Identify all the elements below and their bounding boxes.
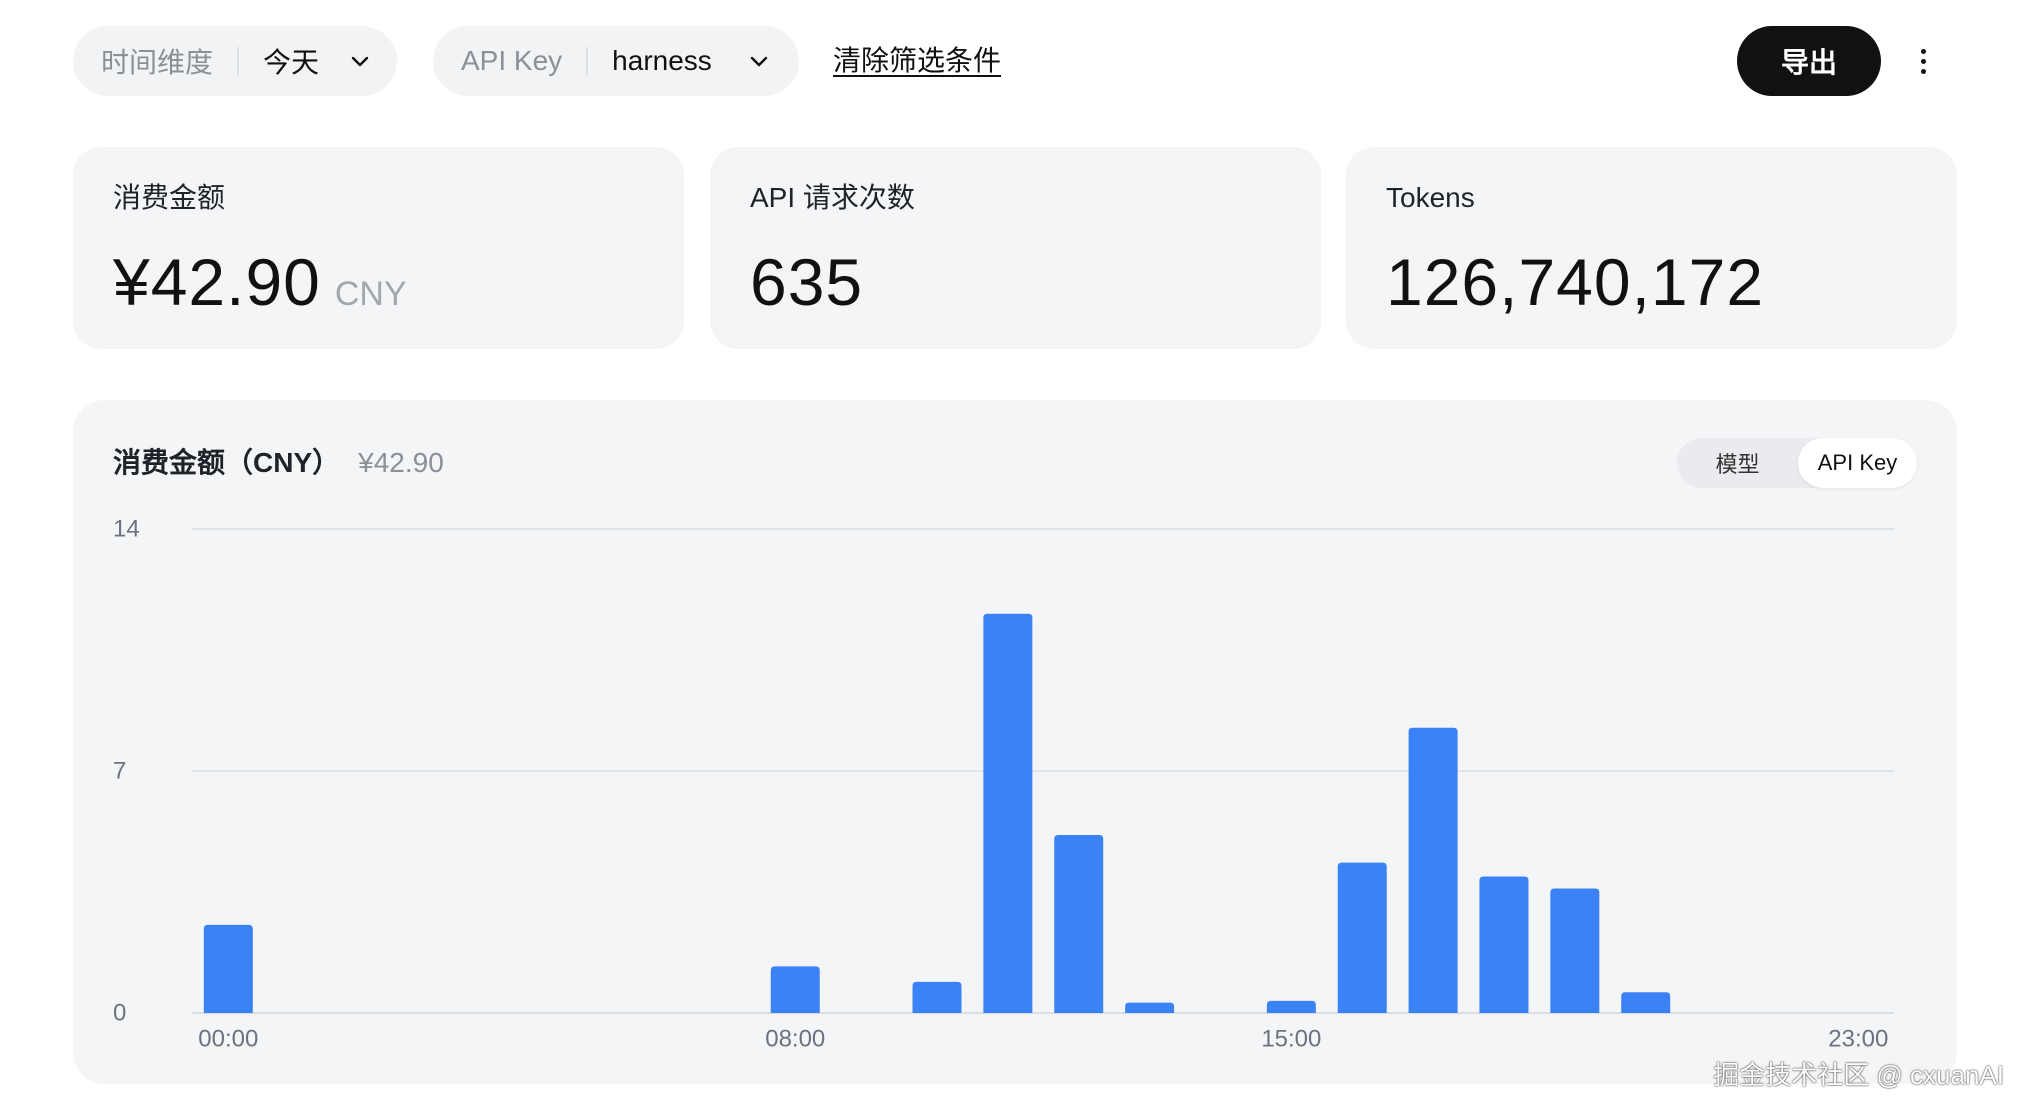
filter-divider <box>237 47 240 75</box>
spend-chart-panel: 0 7 14 00:00 08:00 15:00 23:00 消费金额（CNY） ¥42.9… <box>73 400 1957 1084</box>
x-tick-label: 08:00 <box>765 1026 825 1053</box>
bar-hour-18 <box>1479 876 1529 1013</box>
y-tick-label: 14 <box>113 516 140 543</box>
bar-hour-17 <box>1408 727 1458 1013</box>
dot <box>1920 58 1926 64</box>
chevron-down-icon <box>351 56 369 67</box>
group-by-toggle: 模型 API Key <box>1677 438 1917 488</box>
spend-amount: ¥42.90 <box>113 245 321 319</box>
time-dimension-value: 今天 <box>263 47 320 78</box>
filter-divider <box>586 47 589 75</box>
toggle-option-model[interactable]: 模型 <box>1677 438 1798 488</box>
bar-hour-20 <box>1621 992 1671 1013</box>
chart-header: 消费金额（CNY） ¥42.90 <box>113 445 444 481</box>
chevron-down-icon <box>750 56 767 67</box>
dot <box>1920 68 1926 74</box>
clear-filters-link[interactable]: 清除筛选条件 <box>833 42 1001 80</box>
bar-hour-12 <box>1054 834 1104 1013</box>
bar-hour-13 <box>1125 1002 1175 1013</box>
more-vertical-icon[interactable] <box>1908 40 1938 82</box>
stat-value: ¥42.90 CNY <box>113 249 407 327</box>
toggle-option-api-key[interactable]: API Key <box>1798 438 1917 488</box>
stat-value: 635 <box>750 245 864 319</box>
bar-hour-15 <box>1266 1000 1316 1013</box>
export-button[interactable]: 导出 <box>1737 26 1881 96</box>
bar-hour-16 <box>1337 862 1387 1013</box>
watermark: 掘金技术社区 @ cxuanAI <box>1713 1060 2004 1090</box>
stat-card-requests: API 请求次数 635 <box>710 147 1321 349</box>
api-key-filter-value: harness <box>612 45 712 76</box>
stat-label: 消费金额 <box>113 182 226 213</box>
dot <box>1920 48 1926 54</box>
bar-hour-0 <box>203 924 253 1013</box>
bar-hour-19 <box>1550 888 1600 1013</box>
bar-hour-11 <box>983 613 1033 1013</box>
time-dimension-filter[interactable]: 时间维度 今天 <box>73 26 397 96</box>
bar-hour-10 <box>912 981 962 1013</box>
stat-label: Tokens <box>1386 182 1475 213</box>
chart-title: 消费金额（CNY） <box>113 447 341 478</box>
x-tick-label: 15:00 <box>1261 1026 1321 1053</box>
x-tick-label: 00:00 <box>198 1026 258 1053</box>
spend-bar-chart: 0 7 14 00:00 08:00 15:00 23:00 <box>113 516 1894 1053</box>
api-key-filter-label: API Key <box>461 45 563 76</box>
api-key-filter[interactable]: API Key harness <box>433 26 799 96</box>
time-dimension-label: 时间维度 <box>101 47 214 78</box>
stat-value: 126,740,172 <box>1386 245 1765 319</box>
stat-card-spend: 消费金额 ¥42.90 CNY <box>73 147 684 349</box>
x-tick-label: 23:00 <box>1828 1026 1888 1053</box>
y-tick-label: 0 <box>113 1000 126 1027</box>
stat-label: API 请求次数 <box>750 182 915 213</box>
y-tick-label: 7 <box>113 758 126 785</box>
currency-unit: CNY <box>334 275 407 313</box>
bar-hour-8 <box>770 966 820 1013</box>
usage-dashboard: 时间维度 今天 API Key harness 清除筛选条件 导出 消费金额 ¥… <box>0 0 2018 1110</box>
stat-card-tokens: Tokens 126,740,172 <box>1346 147 1957 349</box>
chart-total: ¥42.90 <box>358 447 444 478</box>
